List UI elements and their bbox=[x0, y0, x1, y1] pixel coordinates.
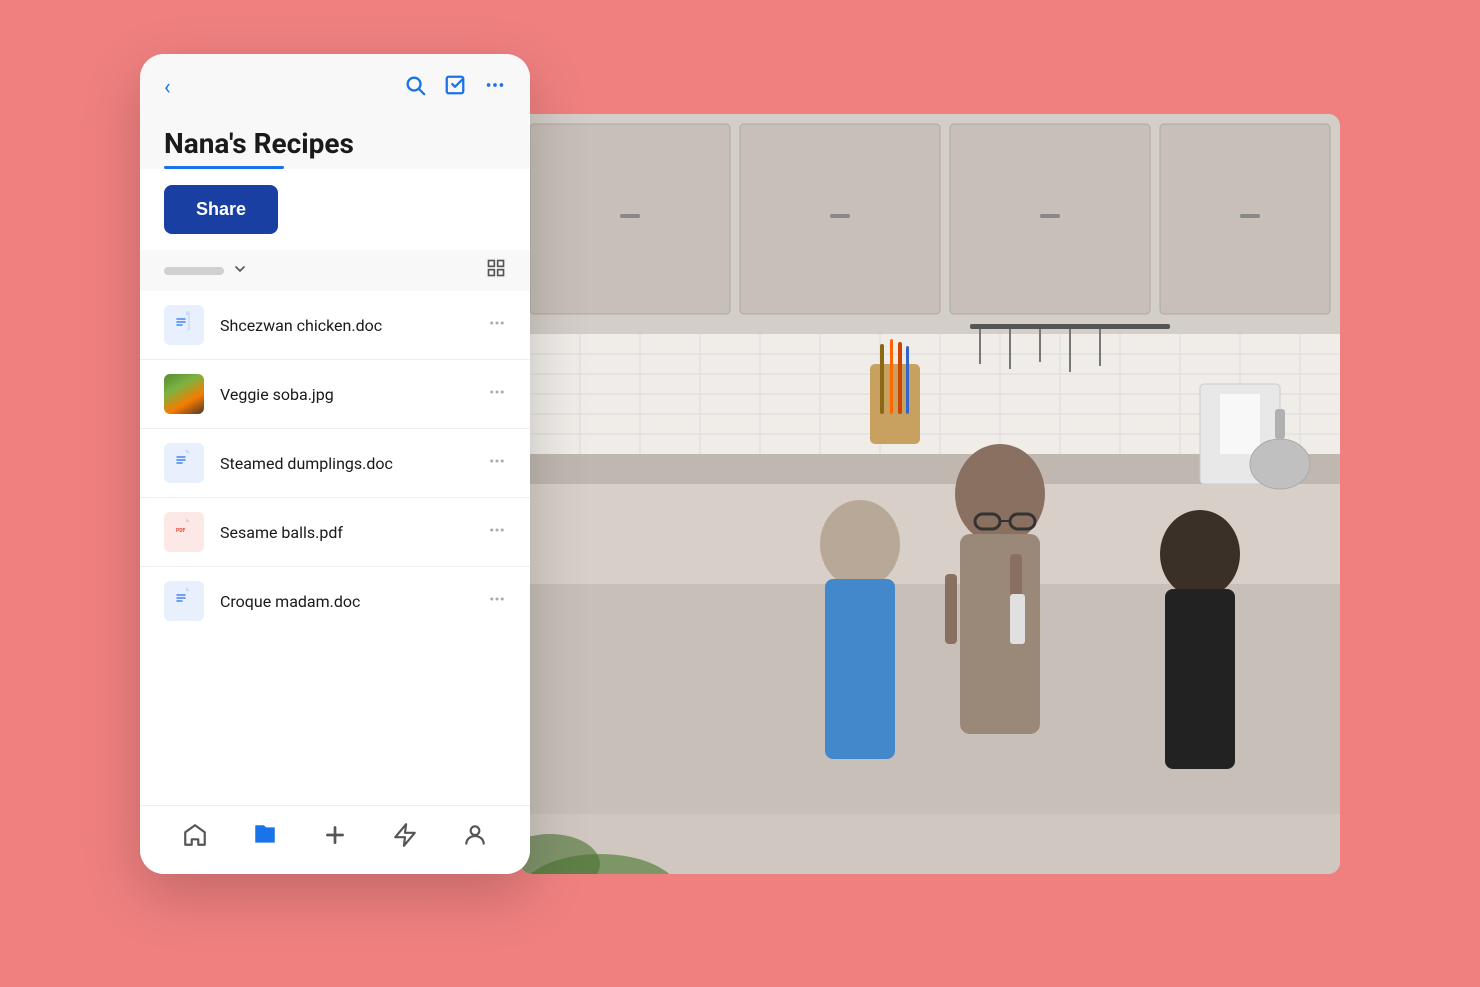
nav-profile-icon[interactable] bbox=[462, 822, 488, 854]
svg-text:PDF: PDF bbox=[176, 528, 185, 534]
bottom-nav bbox=[140, 805, 530, 874]
filter-bar bbox=[164, 267, 224, 275]
share-button[interactable]: Share bbox=[164, 185, 278, 234]
list-item[interactable]: Shcezwan chicken.doc bbox=[140, 291, 530, 360]
more-icon[interactable] bbox=[484, 74, 506, 101]
list-item[interactable]: Veggie soba.jpg bbox=[140, 360, 530, 429]
title-underline bbox=[164, 166, 284, 169]
nav-add-icon[interactable] bbox=[322, 822, 348, 854]
select-icon[interactable] bbox=[444, 74, 466, 101]
nav-files-icon[interactable] bbox=[252, 822, 278, 854]
nav-home-icon[interactable] bbox=[182, 822, 208, 854]
kitchen-photo bbox=[520, 114, 1340, 874]
list-item[interactable]: Croque madam.doc bbox=[140, 567, 530, 635]
file-name: Sesame balls.pdf bbox=[220, 523, 488, 542]
file-name: Shcezwan chicken.doc bbox=[220, 316, 488, 335]
doc-file-icon bbox=[164, 443, 204, 483]
file-name: Steamed dumplings.doc bbox=[220, 454, 488, 473]
folder-title: Nana's Recipes bbox=[164, 127, 506, 161]
panel-header: ‹ bbox=[140, 54, 530, 111]
doc-file-icon bbox=[164, 581, 204, 621]
sort-chevron-icon[interactable] bbox=[232, 261, 248, 281]
file-list: Shcezwan chicken.doc Veggie soba.jpg bbox=[140, 291, 530, 804]
file-more-icon[interactable] bbox=[488, 521, 506, 544]
scene: ‹ bbox=[140, 54, 1340, 934]
mobile-panel: ‹ bbox=[140, 54, 530, 874]
image-file-icon bbox=[164, 374, 204, 414]
title-area: Nana's Recipes bbox=[140, 111, 530, 170]
list-item[interactable]: Steamed dumplings.doc bbox=[140, 429, 530, 498]
file-more-icon[interactable] bbox=[488, 314, 506, 337]
nav-activity-icon[interactable] bbox=[392, 822, 418, 854]
file-more-icon[interactable] bbox=[488, 383, 506, 406]
toolbar-row bbox=[140, 250, 530, 291]
file-name: Croque madam.doc bbox=[220, 592, 488, 611]
toolbar-left bbox=[164, 261, 248, 281]
back-button[interactable]: ‹ bbox=[164, 75, 171, 100]
grid-view-icon[interactable] bbox=[486, 258, 506, 283]
file-more-icon[interactable] bbox=[488, 452, 506, 475]
file-name: Veggie soba.jpg bbox=[220, 385, 488, 404]
pdf-file-icon: PDF bbox=[164, 512, 204, 552]
file-more-icon[interactable] bbox=[488, 590, 506, 613]
search-icon[interactable] bbox=[404, 74, 426, 101]
doc-file-icon bbox=[164, 305, 204, 345]
list-item[interactable]: PDF Sesame balls.pdf bbox=[140, 498, 530, 567]
header-icons bbox=[404, 74, 506, 101]
